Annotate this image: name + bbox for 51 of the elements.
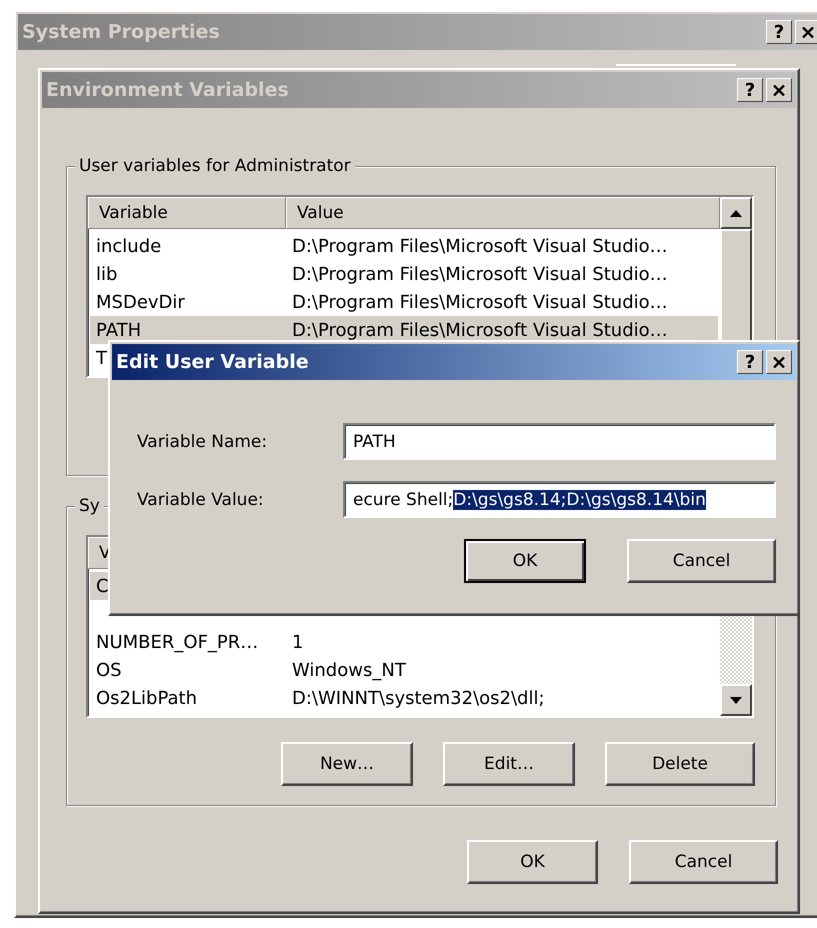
list-row[interactable]: Os2LibPath D:\WINNT\system32\os2\dll; — [90, 684, 718, 712]
list-row[interactable]: include D:\Program Files\Microsoft Visual Studio… — [90, 232, 718, 260]
help-button[interactable]: ? — [737, 78, 763, 102]
variable-name: Os2LibPath — [96, 688, 197, 708]
field-label: Variable Value: — [137, 490, 264, 510]
variable-name: include — [96, 236, 162, 256]
variable-name: OS — [96, 660, 122, 680]
variable-name: MSDevDir — [96, 292, 185, 312]
variable-name: PATH — [96, 320, 142, 340]
scroll-up-button[interactable] — [720, 197, 752, 229]
close-icon — [773, 356, 785, 368]
variable-value: D:\Program Files\Microsoft Visual Studio… — [292, 320, 668, 340]
dialog-button[interactable]: OK — [464, 539, 586, 583]
column-header[interactable]: Variable — [88, 197, 286, 229]
up-arrow-icon — [730, 210, 742, 216]
variable-value: D:\Program Files\Microsoft Visual Studio… — [292, 292, 668, 312]
window-title: Environment Variables — [46, 79, 289, 101]
list-row[interactable]: NUMBER_OF_PR… 1 — [90, 628, 718, 656]
variable-name: C — [96, 576, 109, 596]
close-button[interactable] — [766, 78, 792, 102]
variable-value: D:\Program Files\Microsoft Visual Studio… — [292, 236, 668, 256]
list-row[interactable]: lib D:\Program Files\Microsoft Visual Studio… — [90, 260, 718, 288]
dialog-button[interactable]: Cancel — [627, 539, 776, 583]
field-label: Variable Name: — [137, 432, 268, 452]
column-header[interactable]: Value — [286, 197, 720, 229]
input-field[interactable]: ecure Shell;D:\gs\gs8.14;D:\gs\gs8.14\bin — [343, 481, 776, 518]
close-button[interactable] — [795, 20, 817, 44]
window-title: Edit User Variable — [116, 351, 309, 373]
group-label: Sy — [75, 495, 104, 517]
variable-name: NUMBER_OF_PR… — [96, 632, 258, 652]
variable-value: D:\WINNT\system32\os2\dll; — [292, 688, 545, 708]
window-title: System Properties — [22, 21, 220, 43]
dialog-button[interactable]: Delete — [605, 742, 755, 786]
list-row[interactable]: MSDevDir D:\Program Files\Microsoft Visual Studio… — [90, 288, 718, 316]
scroll-down-button[interactable] — [720, 684, 752, 716]
dialog-button[interactable]: Cancel — [629, 840, 778, 884]
variable-value: Windows_NT — [292, 660, 406, 680]
variable-name: lib — [96, 264, 118, 284]
variable-value: D:\Program Files\Microsoft Visual Studio… — [292, 264, 668, 284]
close-icon — [802, 26, 814, 38]
dialog-button[interactable]: Edit… — [443, 742, 575, 786]
help-button[interactable]: ? — [766, 20, 792, 44]
input-field[interactable]: PATH — [343, 423, 776, 460]
help-button[interactable]: ? — [737, 350, 763, 374]
close-button[interactable] — [766, 350, 792, 374]
variable-value: 1 — [292, 632, 304, 652]
list-row[interactable]: OS Windows_NT — [90, 656, 718, 684]
down-arrow-icon — [730, 696, 742, 704]
dialog-button[interactable]: OK — [467, 840, 598, 884]
dialog-button[interactable]: New… — [281, 742, 413, 786]
close-icon — [773, 84, 785, 96]
